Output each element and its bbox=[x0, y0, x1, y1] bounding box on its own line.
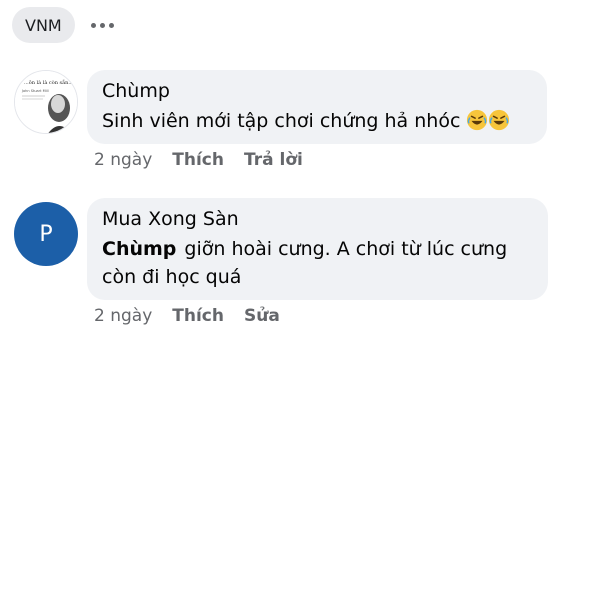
comment-actions: 2 ngày Thích Sửa bbox=[94, 306, 280, 326]
top-row: VNM bbox=[12, 7, 114, 43]
avatar-caption-2: John Stuart Mill bbox=[21, 89, 49, 93]
comment-time[interactable]: 2 ngày bbox=[94, 306, 152, 326]
page-chip[interactable]: VNM bbox=[12, 7, 75, 43]
dot bbox=[99, 22, 105, 28]
dot bbox=[90, 22, 96, 28]
like-button[interactable]: Thích bbox=[172, 150, 224, 170]
avatar[interactable]: P bbox=[14, 202, 78, 266]
comment-text: Chùmp giỡn hoài cưng. A chơi từ lúc cưng … bbox=[102, 235, 535, 291]
dot bbox=[108, 22, 114, 28]
comment-author[interactable]: Chùmp bbox=[102, 79, 534, 103]
more-horizontal-icon[interactable] bbox=[90, 15, 114, 35]
comment-text: Sinh viên mới tập chơi chứng hả nhóc bbox=[102, 107, 534, 135]
rolling-on-floor-laughing-icon bbox=[489, 109, 510, 131]
like-button[interactable]: Thích bbox=[172, 306, 224, 326]
comment-2: P Mua Xong Sàn Chùmp giỡn hoài cưng. A ch… bbox=[14, 198, 574, 338]
avatar-photo-icon: ...ôn là là còn sẵn... John Stuart Mill bbox=[15, 71, 77, 133]
comment-actions: 2 ngày Thích Trả lời bbox=[94, 150, 303, 170]
comments-page: VNM ...ôn là là còn sẵn... John Stuart M… bbox=[0, 0, 600, 600]
avatar-caption-1: ...ôn là là còn sẵn... bbox=[24, 79, 73, 86]
comment-body: Sinh viên mới tập chơi chứng hả nhóc bbox=[102, 110, 461, 132]
comment-1: ...ôn là là còn sẵn... John Stuart Mill … bbox=[14, 70, 574, 190]
comment-author[interactable]: Mua Xong Sàn bbox=[102, 207, 535, 231]
comment-body-line2: còn đi học quá bbox=[102, 266, 242, 288]
edit-button[interactable]: Sửa bbox=[244, 306, 280, 326]
reply-button[interactable]: Trả lời bbox=[244, 150, 303, 170]
page-chip-label: VNM bbox=[25, 15, 62, 35]
rolling-on-floor-laughing-icon bbox=[467, 109, 488, 131]
comment-time[interactable]: 2 ngày bbox=[94, 150, 152, 170]
mention-link[interactable]: Chùmp bbox=[102, 238, 176, 260]
comment-bubble: Chùmp Sinh viên mới tập chơi chứng hả nh… bbox=[87, 70, 547, 144]
avatar[interactable]: ...ôn là là còn sẵn... John Stuart Mill bbox=[14, 70, 78, 134]
comment-body-line1: giỡn hoài cưng. A chơi từ lúc cưng bbox=[184, 238, 508, 260]
avatar-letter: P bbox=[39, 221, 53, 247]
comment-bubble: Mua Xong Sàn Chùmp giỡn hoài cưng. A chơi… bbox=[87, 198, 548, 300]
